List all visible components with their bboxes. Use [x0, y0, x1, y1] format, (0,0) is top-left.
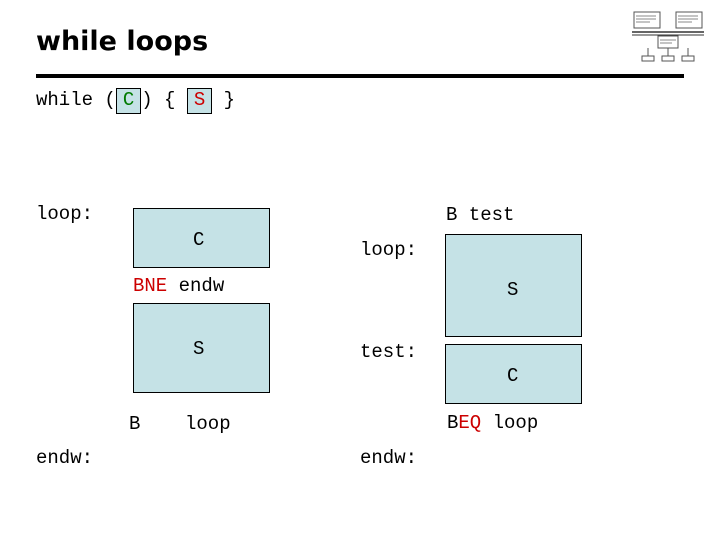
left-loop-label: loop:	[36, 203, 94, 225]
right-statement-block-label: S	[507, 279, 519, 301]
logo-icon	[632, 10, 704, 62]
source-code-line: while (C) { S }	[36, 88, 235, 114]
slide: while loops while (C) { S } loop: C BNE …	[0, 0, 720, 540]
right-test-label: test:	[360, 341, 418, 363]
left-branch-ne-target: endw	[167, 275, 225, 297]
right-statement-block: S	[445, 234, 582, 337]
right-b-test: B test	[446, 204, 515, 226]
code-paren-close: )	[141, 89, 153, 111]
code-keyword-while: while	[36, 89, 105, 111]
right-condition-block-label: C	[507, 365, 519, 387]
left-jump-target: loop	[185, 413, 231, 435]
right-endw-label: endw:	[360, 447, 418, 469]
left-statement-block-label: S	[193, 338, 205, 360]
code-statement-box: S	[186, 88, 213, 114]
left-jump-op: B	[129, 413, 141, 435]
title-divider	[36, 74, 684, 78]
left-condition-block: C	[133, 208, 270, 268]
left-branch-ne-prefix: B	[133, 275, 145, 297]
right-loop-label: loop:	[360, 239, 418, 261]
left-statement-block: S	[133, 303, 270, 393]
left-branch-ne-cond: NE	[144, 275, 168, 297]
right-branch-eq-cond: EQ	[458, 412, 482, 434]
page-title: while loops	[36, 26, 209, 57]
left-endw-label: endw:	[36, 447, 94, 469]
code-paren-open: (	[104, 89, 116, 111]
code-brace-close: }	[212, 89, 236, 111]
code-condition-box: C	[115, 88, 142, 114]
right-condition-block: C	[445, 344, 582, 404]
right-branch-eq-target: loop	[481, 412, 539, 434]
left-branch-ne: BNE endw	[133, 275, 224, 297]
right-branch-eq: BEQ loop	[447, 412, 538, 434]
left-condition-block-label: C	[193, 229, 205, 251]
right-branch-eq-prefix: B	[447, 412, 459, 434]
code-brace-open: {	[152, 89, 187, 111]
